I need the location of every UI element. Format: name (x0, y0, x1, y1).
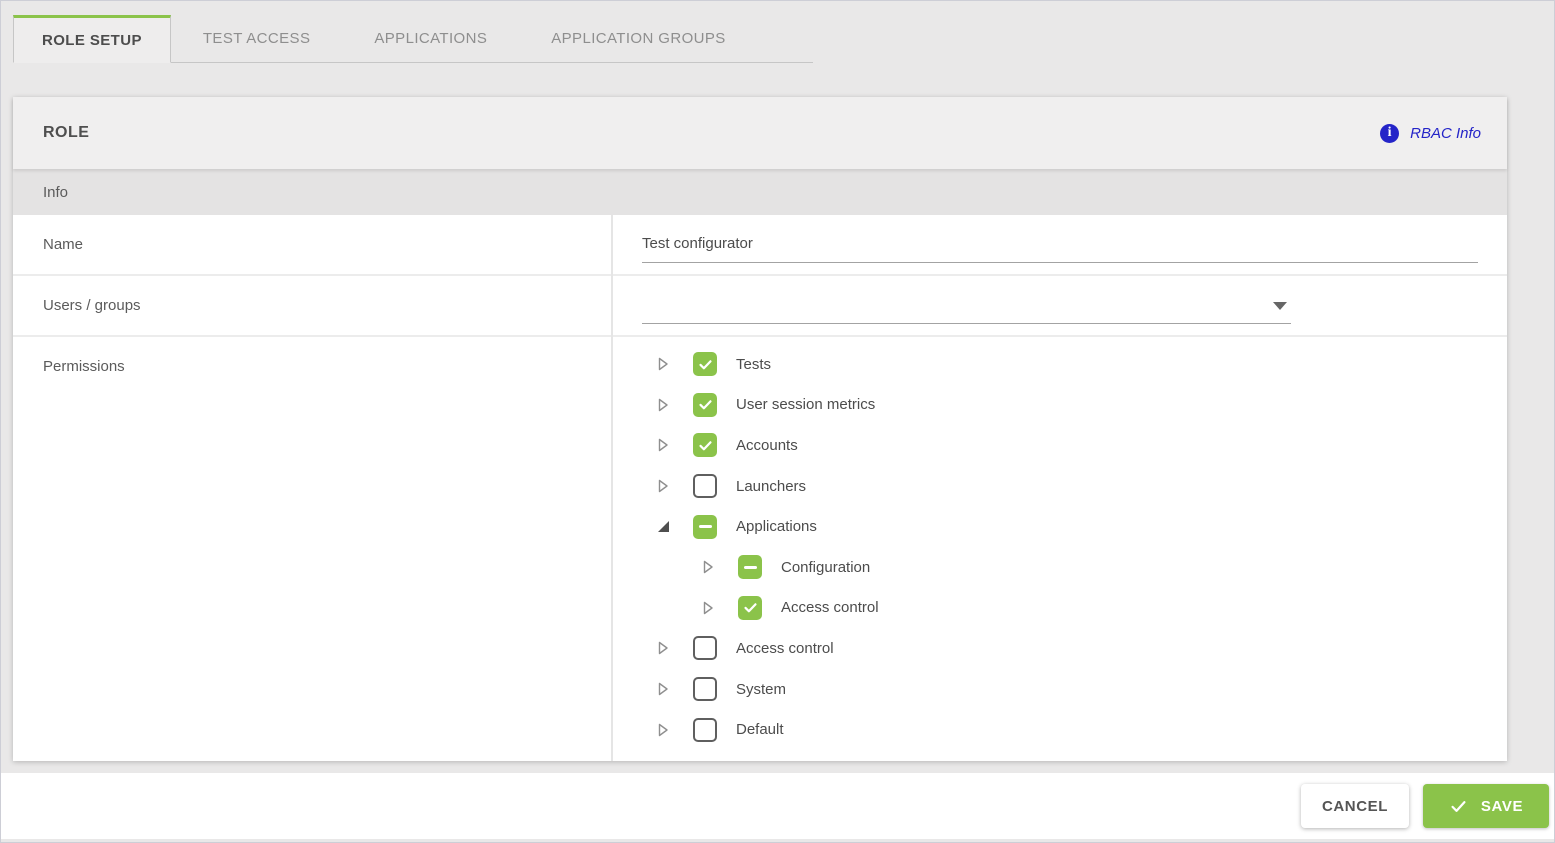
tree-item-system: System (656, 669, 1507, 710)
expand-icon[interactable] (656, 640, 670, 656)
tree-item-label[interactable]: Launchers (736, 478, 806, 495)
users-groups-select[interactable] (642, 276, 1291, 324)
checkbox-access-control[interactable] (738, 596, 762, 620)
tab-applications[interactable]: APPLICATIONS (342, 15, 519, 63)
checkbox-launchers[interactable] (693, 474, 717, 498)
save-button[interactable]: SAVE (1423, 784, 1549, 828)
checkbox-configuration[interactable] (738, 555, 762, 579)
expand-icon[interactable] (656, 722, 670, 738)
tree-item-applications: Applications (656, 506, 1507, 547)
role-setup-screen: ROLE SETUP TEST ACCESS APPLICATIONS APPL… (0, 0, 1555, 843)
tree-item-label[interactable]: User session metrics (736, 396, 875, 413)
tree-item-label[interactable]: Access control (781, 599, 879, 616)
checkbox-applications[interactable] (693, 515, 717, 539)
tree-item-access-control: Access control (656, 588, 1507, 629)
tree-item-default: Default (656, 709, 1507, 750)
name-input-value: Test configurator (642, 235, 753, 252)
checkbox-user-session-metrics[interactable] (693, 393, 717, 417)
save-button-label: SAVE (1481, 798, 1523, 815)
expand-icon[interactable] (656, 681, 670, 697)
tree-item-label[interactable]: Applications (736, 518, 817, 535)
permissions-tree: Tests User session metrics Accounts Launche… (611, 337, 1507, 750)
page-title: ROLE (43, 124, 89, 142)
tree-item-label[interactable]: Default (736, 721, 784, 738)
tree-item-label[interactable]: Tests (736, 356, 771, 373)
expand-icon[interactable] (656, 397, 670, 413)
tree-item-label[interactable]: System (736, 681, 786, 698)
checkbox-accounts[interactable] (693, 433, 717, 457)
tree-item-label[interactable]: Accounts (736, 437, 798, 454)
expand-icon[interactable] (656, 356, 670, 372)
expand-icon[interactable] (656, 437, 670, 453)
users-groups-label: Users / groups (13, 276, 611, 335)
tree-item-tests: Tests (656, 344, 1507, 385)
expand-icon[interactable] (701, 559, 715, 575)
tree-item-user-session-metrics: User session metrics (656, 385, 1507, 426)
cancel-button-label: CANCEL (1322, 798, 1388, 815)
name-input[interactable]: Test configurator (642, 215, 1478, 263)
tree-item-access-control: Access control (656, 628, 1507, 669)
info-icon: i (1380, 124, 1399, 143)
role-panel: ROLE i RBAC Info Info Name Test configur… (13, 97, 1507, 761)
tab-bar: ROLE SETUP TEST ACCESS APPLICATIONS APPL… (13, 15, 813, 63)
indeterminate-minus-icon (744, 566, 757, 570)
indeterminate-minus-icon (699, 525, 712, 529)
checkbox-tests[interactable] (693, 352, 717, 376)
tree-item-accounts: Accounts (656, 425, 1507, 466)
tree-item-configuration: Configuration (656, 547, 1507, 588)
tab-role-setup[interactable]: ROLE SETUP (13, 15, 171, 63)
permissions-label: Permissions (13, 337, 611, 759)
section-header-label: Info (43, 184, 68, 201)
panel-header: ROLE i RBAC Info (13, 97, 1507, 169)
tree-item-launchers: Launchers (656, 466, 1507, 507)
tab-test-access[interactable]: TEST ACCESS (171, 15, 343, 63)
tree-item-label[interactable]: Configuration (781, 559, 870, 576)
name-label: Name (13, 215, 611, 274)
collapse-icon[interactable] (656, 519, 670, 535)
tab-application-groups[interactable]: APPLICATION GROUPS (519, 15, 757, 63)
cancel-button[interactable]: CANCEL (1301, 784, 1409, 828)
checkbox-default[interactable] (693, 718, 717, 742)
name-row: Name Test configurator (13, 215, 1507, 276)
rbac-info-link[interactable]: i RBAC Info (1380, 124, 1481, 143)
expand-icon[interactable] (701, 600, 715, 616)
rbac-info-label: RBAC Info (1410, 125, 1481, 142)
expand-icon[interactable] (656, 478, 670, 494)
tab-strip-spacer (758, 15, 813, 63)
section-header-info: Info (13, 169, 1507, 215)
action-bar: CANCEL SAVE (1, 773, 1554, 839)
chevron-down-icon (1273, 302, 1287, 310)
permissions-row: Permissions Tests User session metrics Acc… (13, 337, 1507, 759)
tree-item-label[interactable]: Access control (736, 640, 834, 657)
check-icon (1449, 797, 1468, 816)
users-groups-row: Users / groups (13, 276, 1507, 337)
checkbox-access-control[interactable] (693, 636, 717, 660)
checkbox-system[interactable] (693, 677, 717, 701)
form-rows: Name Test configurator Users / groups (13, 215, 1507, 761)
